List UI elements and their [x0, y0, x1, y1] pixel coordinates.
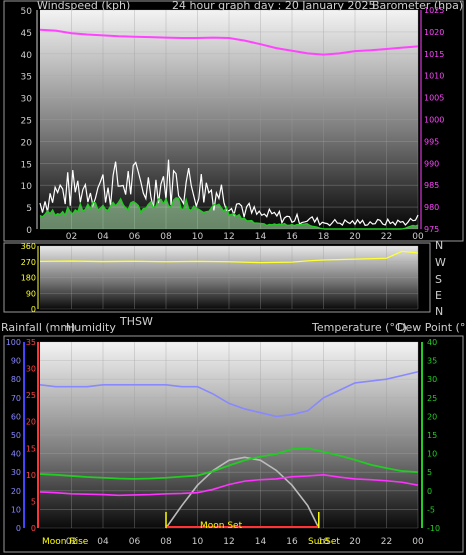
windspeed-tick-label: 40	[21, 51, 33, 61]
windspeed-tick-label: 10	[21, 182, 33, 192]
hour-tick-label: 00	[412, 232, 424, 242]
humidity-tick-label: 40	[11, 450, 21, 459]
hour-tick-label: 20	[349, 537, 361, 547]
hour-tick-label: 04	[97, 537, 109, 547]
barometer-tick-label: 990	[424, 159, 439, 168]
hour-tick-label: 08	[160, 232, 172, 242]
temperature-tick-label: -5	[427, 505, 435, 514]
sun-set-label: SunSet	[308, 537, 340, 547]
humidity-tick-label: 70	[11, 394, 21, 403]
temperature-tick-label: 20	[427, 412, 437, 421]
hour-tick-label: 00	[412, 537, 424, 547]
humidity-axis-title: Humidity	[66, 321, 116, 334]
temperature-tick-label: 35	[427, 357, 437, 366]
barometer-tick-label: 1015	[424, 50, 444, 59]
hour-tick-label: 16	[286, 232, 298, 242]
thsw-label: THSW	[119, 315, 153, 328]
direction-tick-label: 0	[31, 305, 36, 314]
windspeed-tick-label: 45	[21, 29, 32, 39]
humidity-tick-label: 60	[11, 412, 21, 421]
hour-tick-label: 16	[286, 537, 298, 547]
moon-set-label: Moon Set	[200, 521, 243, 531]
hour-tick-label: 22	[381, 232, 392, 242]
compass-n-top: N	[435, 239, 443, 252]
temperature-tick-label: 5	[427, 468, 432, 477]
windspeed-tick-label: 50	[21, 7, 33, 17]
direction-tick-label: 180	[21, 274, 36, 283]
humidity-tick-label: 20	[11, 487, 21, 496]
barometer-tick-label: 995	[424, 137, 439, 146]
humidity-tick-label: 50	[11, 431, 21, 440]
dewpoint-axis-title: Dew Point (°C)	[397, 321, 466, 334]
hour-tick-label: 10	[192, 537, 204, 547]
rainfall-tick-label: 15	[26, 444, 36, 453]
windspeed-tick-label: 25	[21, 117, 32, 127]
barometer-tick-label: 1010	[424, 72, 444, 81]
temperature-tick-label: 25	[427, 394, 437, 403]
weather-graph-canvas: Windspeed (kph) 24 hour graph day : 20 J…	[1, 0, 466, 553]
rainfall-tick-label: 20	[26, 418, 36, 427]
hour-tick-label: 22	[381, 537, 392, 547]
hour-tick-label: 12	[223, 537, 234, 547]
humidity-tick-label: 30	[11, 468, 21, 477]
temperature-tick-label: 15	[427, 431, 437, 440]
windspeed-tick-label: 20	[21, 138, 33, 148]
humidity-tick-label: 80	[11, 375, 21, 384]
temperature-axis-title: Temperature (°C)	[311, 321, 407, 334]
humidity-tick-label: 10	[11, 505, 21, 514]
hour-tick-label: 08	[160, 537, 172, 547]
temperature-tick-label: 30	[427, 375, 437, 384]
temperature-tick-label: 40	[427, 338, 437, 347]
hour-tick-label: 06	[129, 537, 141, 547]
hour-tick-label: 20	[349, 232, 361, 242]
hour-tick-label: 18	[318, 232, 330, 242]
temperature-tick-label: -10	[427, 524, 440, 533]
rainfall-tick-label: 30	[26, 365, 36, 374]
hour-tick-label: 06	[129, 232, 141, 242]
windspeed-axis-title: Windspeed (kph)	[37, 0, 130, 12]
rainfall-tick-label: 0	[31, 524, 36, 533]
direction-tick-label: 270	[21, 258, 36, 267]
temperature-tick-label: 10	[427, 450, 437, 459]
hour-tick-label: 02	[66, 232, 77, 242]
direction-tick-label: 360	[21, 242, 36, 251]
barometer-tick-label: 1025	[424, 6, 444, 15]
barometer-tick-label: 980	[424, 203, 439, 212]
barometer-tick-label: 1000	[424, 116, 444, 125]
direction-tick-label: 90	[26, 289, 36, 298]
humidity-tick-label: 90	[11, 357, 21, 366]
compass-n-bottom: N	[435, 305, 443, 318]
barometer-axis-title: Barometer (hpa)	[372, 0, 463, 12]
rainfall-tick-label: 35	[26, 338, 36, 347]
rainfall-axis-title: Rainfall (mm)	[1, 321, 75, 334]
hour-tick-label: 04	[97, 232, 109, 242]
hour-tick-label: 12	[223, 232, 234, 242]
humidity-tick-label: 0	[16, 524, 21, 533]
windspeed-tick-label: 30	[21, 95, 33, 105]
windspeed-tick-label: 35	[21, 73, 32, 83]
windspeed-tick-label: 0	[26, 226, 32, 236]
windspeed-tick-label: 5	[26, 204, 32, 214]
hour-tick-label: 14	[255, 232, 267, 242]
barometer-tick-label: 1005	[424, 94, 444, 103]
rainfall-tick-label: 10	[26, 471, 36, 480]
graph-title: 24 hour graph day : 20 January 2025	[172, 0, 376, 12]
moon-rise-label: Moon Rise	[42, 537, 89, 547]
barometer-tick-label: 1020	[424, 28, 444, 37]
weather-graph: Windspeed (kph) 24 hour graph day : 20 J…	[0, 0, 466, 555]
humidity-tick-label: 100	[6, 338, 21, 347]
compass-e: E	[435, 289, 442, 302]
windspeed-tick-label: 15	[21, 160, 32, 170]
compass-w: W	[435, 256, 446, 269]
temperature-tick-label: 0	[427, 487, 432, 496]
compass-s: S	[435, 273, 442, 286]
barometer-tick-label: 975	[424, 225, 439, 234]
rainfall-tick-label: 5	[31, 497, 36, 506]
rainfall-tick-label: 25	[26, 391, 36, 400]
barometer-tick-label: 985	[424, 181, 439, 190]
hour-tick-label: 10	[192, 232, 204, 242]
hour-tick-label: 14	[255, 537, 267, 547]
